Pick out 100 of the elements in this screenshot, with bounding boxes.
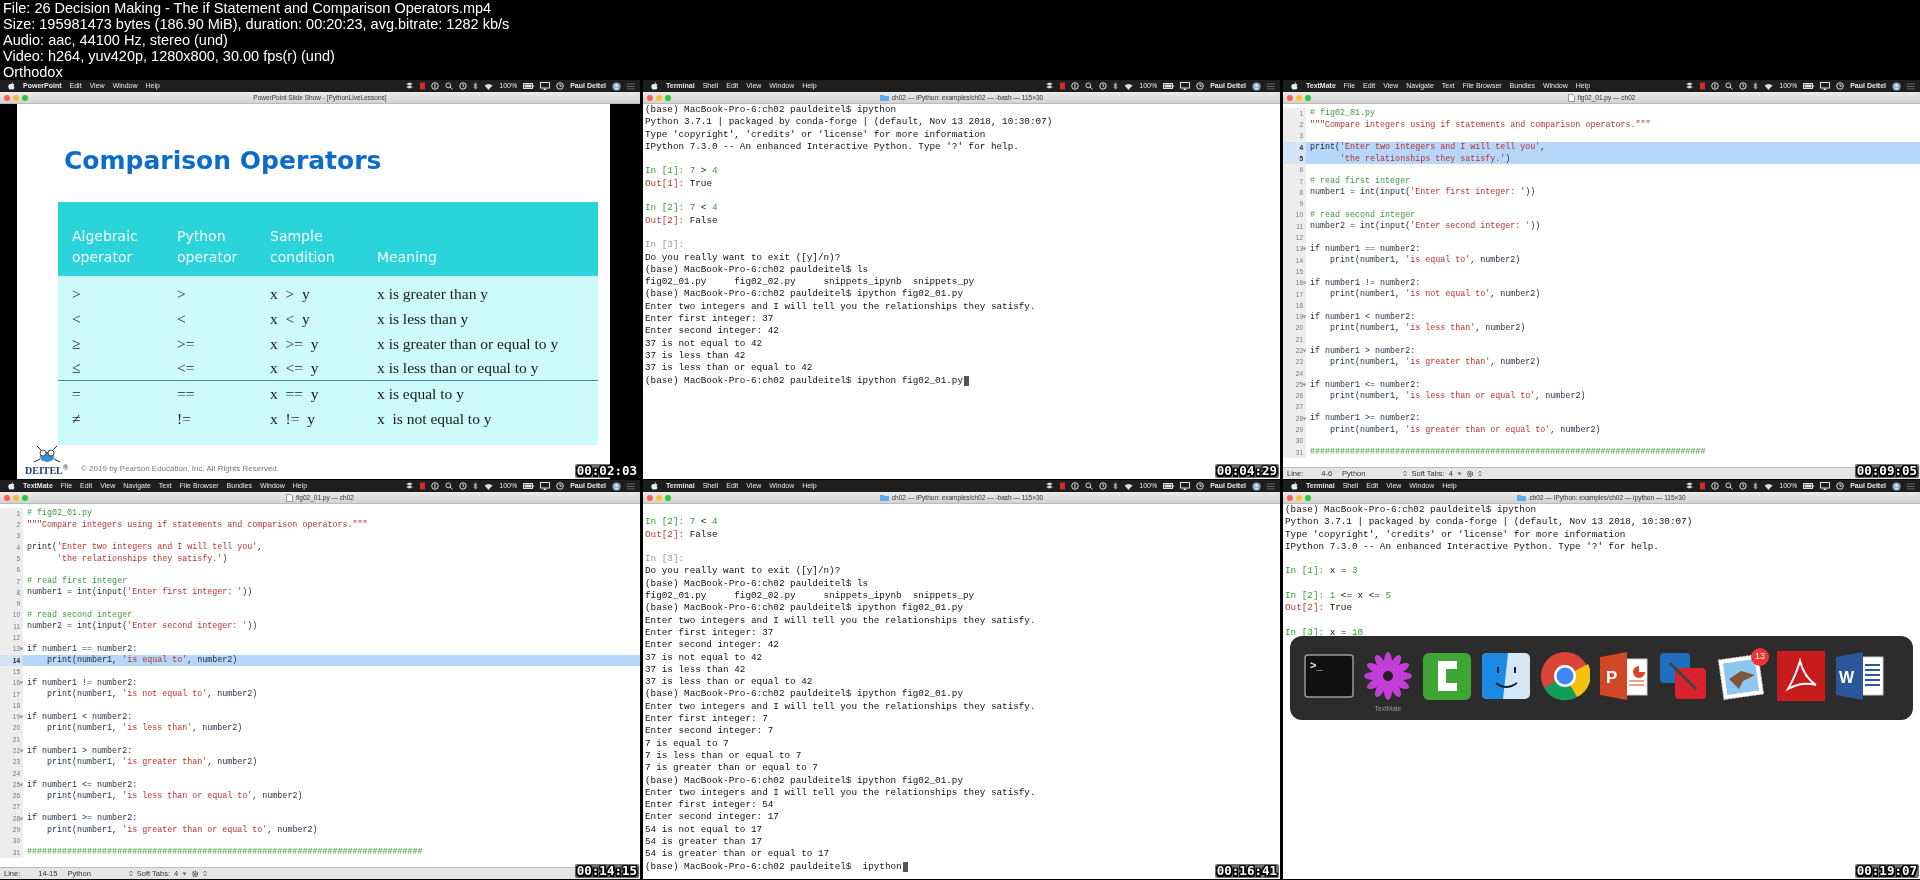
battery-icon[interactable] bbox=[1803, 483, 1815, 489]
history-icon[interactable] bbox=[1099, 82, 1108, 90]
recording-icon[interactable] bbox=[1700, 82, 1706, 90]
bluetooth-icon[interactable] bbox=[473, 82, 479, 90]
user-avatar-icon[interactable] bbox=[1892, 481, 1901, 491]
display-icon[interactable] bbox=[1180, 82, 1191, 90]
apple-icon[interactable] bbox=[8, 82, 15, 90]
user-avatar-icon[interactable] bbox=[1252, 81, 1261, 91]
recording-icon[interactable] bbox=[420, 482, 426, 490]
list-icon[interactable] bbox=[1907, 482, 1915, 490]
history-icon[interactable] bbox=[1739, 482, 1748, 490]
bluetooth-icon[interactable] bbox=[1753, 482, 1759, 490]
apple-icon[interactable] bbox=[8, 482, 15, 490]
display-icon[interactable] bbox=[540, 82, 551, 90]
stepper-icon[interactable] bbox=[1403, 470, 1408, 477]
display-icon[interactable] bbox=[1820, 82, 1831, 90]
list-icon[interactable] bbox=[1267, 82, 1275, 90]
settings-icon[interactable] bbox=[191, 869, 200, 878]
clock-icon[interactable] bbox=[1196, 82, 1205, 90]
stepper-icon[interactable] bbox=[203, 870, 208, 877]
stepper-icon[interactable] bbox=[128, 870, 133, 877]
recording-icon[interactable] bbox=[1700, 482, 1706, 490]
user-avatar-icon[interactable] bbox=[612, 81, 621, 91]
recording-icon[interactable] bbox=[1060, 82, 1066, 90]
battery-icon[interactable] bbox=[1163, 483, 1175, 489]
settings-icon[interactable] bbox=[1465, 469, 1474, 478]
caret-icon[interactable] bbox=[182, 871, 188, 876]
smiling-face-icon[interactable] bbox=[1481, 651, 1531, 701]
wifi-icon[interactable] bbox=[1124, 82, 1134, 90]
user-avatar-icon[interactable] bbox=[1252, 481, 1261, 491]
c-shape-icon[interactable] bbox=[1422, 651, 1472, 701]
fold-icon[interactable] bbox=[1302, 281, 1307, 286]
fold-icon[interactable] bbox=[19, 816, 24, 821]
search-icon[interactable] bbox=[1725, 482, 1734, 490]
wifi-icon[interactable] bbox=[1124, 482, 1134, 490]
caret-icon[interactable] bbox=[1456, 471, 1462, 476]
history-icon[interactable] bbox=[1739, 82, 1748, 90]
info-circle-icon[interactable] bbox=[431, 82, 440, 90]
wifi-icon[interactable] bbox=[1764, 482, 1774, 490]
fold-icon[interactable] bbox=[19, 782, 24, 787]
apple-icon[interactable] bbox=[651, 82, 658, 90]
fold-icon[interactable] bbox=[19, 715, 24, 719]
bluetooth-icon[interactable] bbox=[1753, 82, 1759, 90]
user-avatar-icon[interactable] bbox=[612, 481, 621, 491]
battery-icon[interactable] bbox=[1163, 83, 1175, 89]
history-icon[interactable] bbox=[459, 82, 468, 90]
cloud-sync-icon[interactable] bbox=[405, 82, 415, 90]
history-icon[interactable] bbox=[1099, 482, 1108, 490]
browser-icon[interactable] bbox=[1540, 651, 1590, 701]
clock-icon[interactable] bbox=[556, 82, 565, 90]
recording-icon[interactable] bbox=[420, 82, 426, 90]
display-icon[interactable] bbox=[1180, 482, 1191, 490]
bluetooth-icon[interactable] bbox=[1113, 482, 1119, 490]
info-circle-icon[interactable] bbox=[1711, 82, 1720, 90]
list-icon[interactable] bbox=[1907, 82, 1915, 90]
battery-icon[interactable] bbox=[523, 83, 535, 89]
search-icon[interactable] bbox=[445, 482, 454, 490]
cloud-sync-icon[interactable] bbox=[1045, 82, 1055, 90]
search-icon[interactable] bbox=[1085, 82, 1094, 90]
fold-icon[interactable] bbox=[1302, 348, 1307, 353]
cloud-sync-icon[interactable] bbox=[1685, 482, 1695, 490]
search-icon[interactable] bbox=[1085, 482, 1094, 490]
info-circle-icon[interactable] bbox=[1071, 82, 1080, 90]
cloud-sync-icon[interactable] bbox=[1045, 482, 1055, 490]
info-circle-icon[interactable] bbox=[1711, 482, 1720, 490]
clock-icon[interactable] bbox=[1836, 482, 1845, 490]
fold-icon[interactable] bbox=[1302, 315, 1307, 319]
clock-icon[interactable] bbox=[1836, 82, 1845, 90]
fold-icon[interactable] bbox=[19, 748, 24, 753]
display-icon[interactable] bbox=[540, 482, 551, 490]
overlapping-squares-icon[interactable] bbox=[1658, 651, 1708, 701]
list-icon[interactable] bbox=[1267, 482, 1275, 490]
apple-icon[interactable] bbox=[1291, 482, 1298, 490]
search-icon[interactable] bbox=[1725, 82, 1734, 90]
apple-icon[interactable] bbox=[1291, 82, 1298, 90]
info-circle-icon[interactable] bbox=[431, 482, 440, 490]
fold-icon[interactable] bbox=[19, 681, 24, 686]
wifi-icon[interactable] bbox=[484, 82, 494, 90]
recording-icon[interactable] bbox=[1060, 482, 1066, 490]
info-circle-icon[interactable] bbox=[1071, 482, 1080, 490]
wifi-icon[interactable] bbox=[484, 482, 494, 490]
history-icon[interactable] bbox=[459, 482, 468, 490]
cloud-sync-icon[interactable] bbox=[405, 482, 415, 490]
fold-icon[interactable] bbox=[1302, 247, 1307, 252]
apple-icon[interactable] bbox=[651, 482, 658, 490]
battery-icon[interactable] bbox=[523, 483, 535, 489]
flower-icon[interactable] bbox=[1363, 651, 1413, 701]
search-icon[interactable] bbox=[445, 82, 454, 90]
bluetooth-icon[interactable] bbox=[473, 482, 479, 490]
list-icon[interactable] bbox=[627, 82, 635, 90]
terminal-icon[interactable]: >_ bbox=[1304, 651, 1354, 701]
wifi-icon[interactable] bbox=[1764, 82, 1774, 90]
bluetooth-icon[interactable] bbox=[1113, 82, 1119, 90]
stepper-icon[interactable] bbox=[1477, 470, 1482, 477]
clock-icon[interactable] bbox=[556, 482, 565, 490]
cloud-sync-icon[interactable] bbox=[1685, 82, 1695, 90]
fold-icon[interactable] bbox=[1302, 416, 1307, 421]
display-icon[interactable] bbox=[1820, 482, 1831, 490]
battery-icon[interactable] bbox=[1803, 83, 1815, 89]
fold-icon[interactable] bbox=[19, 647, 24, 652]
